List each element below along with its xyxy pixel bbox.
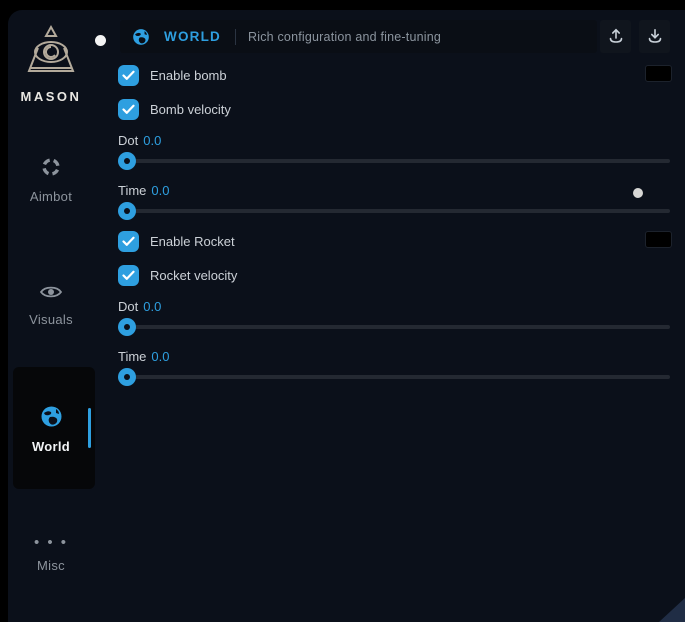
- sidebar-item-visuals[interactable]: Visuals: [3, 283, 99, 327]
- checkbox-label: Bomb velocity: [150, 102, 231, 117]
- header-divider: [235, 29, 236, 45]
- slider-value: 0.0: [143, 299, 161, 314]
- globe-icon: [132, 28, 150, 46]
- rocket-time-slider-label: Time0.0: [118, 349, 169, 364]
- slider-value: 0.0: [143, 133, 161, 148]
- corner-accent: [659, 598, 685, 622]
- bomb-time-slider[interactable]: [118, 202, 670, 220]
- slider-track[interactable]: [118, 159, 670, 163]
- bomb-time-slider-label: Time0.0: [118, 183, 169, 198]
- eye-icon: [39, 283, 63, 301]
- enable-bomb-checkbox-row[interactable]: Enable bomb: [118, 65, 227, 86]
- slider-track[interactable]: [118, 375, 670, 379]
- checkbox-label: Enable bomb: [150, 68, 227, 83]
- page-title: WORLD: [164, 29, 221, 44]
- bomb-dot-slider[interactable]: [118, 152, 670, 170]
- upload-config-button[interactable]: [600, 20, 631, 53]
- bomb-dot-slider-label: Dot0.0: [118, 133, 161, 148]
- brand-wordmark: MASON: [3, 89, 99, 104]
- globe-icon: [40, 405, 63, 428]
- download-icon: [647, 27, 663, 47]
- checkbox-label: Enable Rocket: [150, 234, 235, 249]
- slider-track[interactable]: [118, 209, 670, 213]
- mason-eye-pyramid-icon: [24, 24, 78, 82]
- cursor-dot: [633, 188, 643, 198]
- sidebar-item-label: Visuals: [3, 312, 99, 327]
- rocket-dot-slider-label: Dot0.0: [118, 299, 161, 314]
- brand-logo: MASON: [3, 24, 99, 104]
- rocket-time-slider[interactable]: [118, 368, 670, 386]
- checkbox-checked-icon[interactable]: [118, 65, 139, 86]
- bomb-velocity-checkbox-row[interactable]: Bomb velocity: [118, 99, 231, 120]
- upload-icon: [608, 27, 624, 47]
- enable-rocket-checkbox-row[interactable]: Enable Rocket: [118, 231, 235, 252]
- window: [8, 10, 685, 622]
- slider-value: 0.0: [151, 349, 169, 364]
- checkbox-checked-icon[interactable]: [118, 265, 139, 286]
- bomb-color-swatch[interactable]: [645, 65, 672, 82]
- sidebar-item-label: World: [3, 439, 99, 454]
- slider-handle[interactable]: [118, 318, 136, 336]
- download-config-button[interactable]: [639, 20, 670, 53]
- checkbox-label: Rocket velocity: [150, 268, 237, 283]
- page-subtitle: Rich configuration and fine-tuning: [248, 30, 441, 44]
- rocket-dot-slider[interactable]: [118, 318, 670, 336]
- slider-handle[interactable]: [118, 202, 136, 220]
- sidebar-item-label: Aimbot: [3, 189, 99, 204]
- slider-track[interactable]: [118, 325, 670, 329]
- slider-value: 0.0: [151, 183, 169, 198]
- sidebar-item-aimbot[interactable]: Aimbot: [3, 156, 99, 204]
- slider-handle[interactable]: [118, 368, 136, 386]
- sidebar-item-label: Misc: [3, 558, 99, 573]
- slider-handle[interactable]: [118, 152, 136, 170]
- rocket-color-swatch[interactable]: [645, 231, 672, 248]
- ellipsis-icon: • • •: [34, 534, 68, 551]
- page-header: WORLD Rich configuration and fine-tuning: [120, 20, 597, 53]
- sidebar-item-misc[interactable]: • • • Misc: [3, 534, 99, 573]
- cursor-dot: [95, 35, 106, 46]
- sidebar-item-world[interactable]: World: [3, 405, 99, 454]
- checkbox-checked-icon[interactable]: [118, 231, 139, 252]
- rocket-velocity-checkbox-row[interactable]: Rocket velocity: [118, 265, 237, 286]
- crosshair-icon: [40, 156, 62, 178]
- app-root: MASON Aimbot Visuals World: [0, 0, 685, 622]
- checkbox-checked-icon[interactable]: [118, 99, 139, 120]
